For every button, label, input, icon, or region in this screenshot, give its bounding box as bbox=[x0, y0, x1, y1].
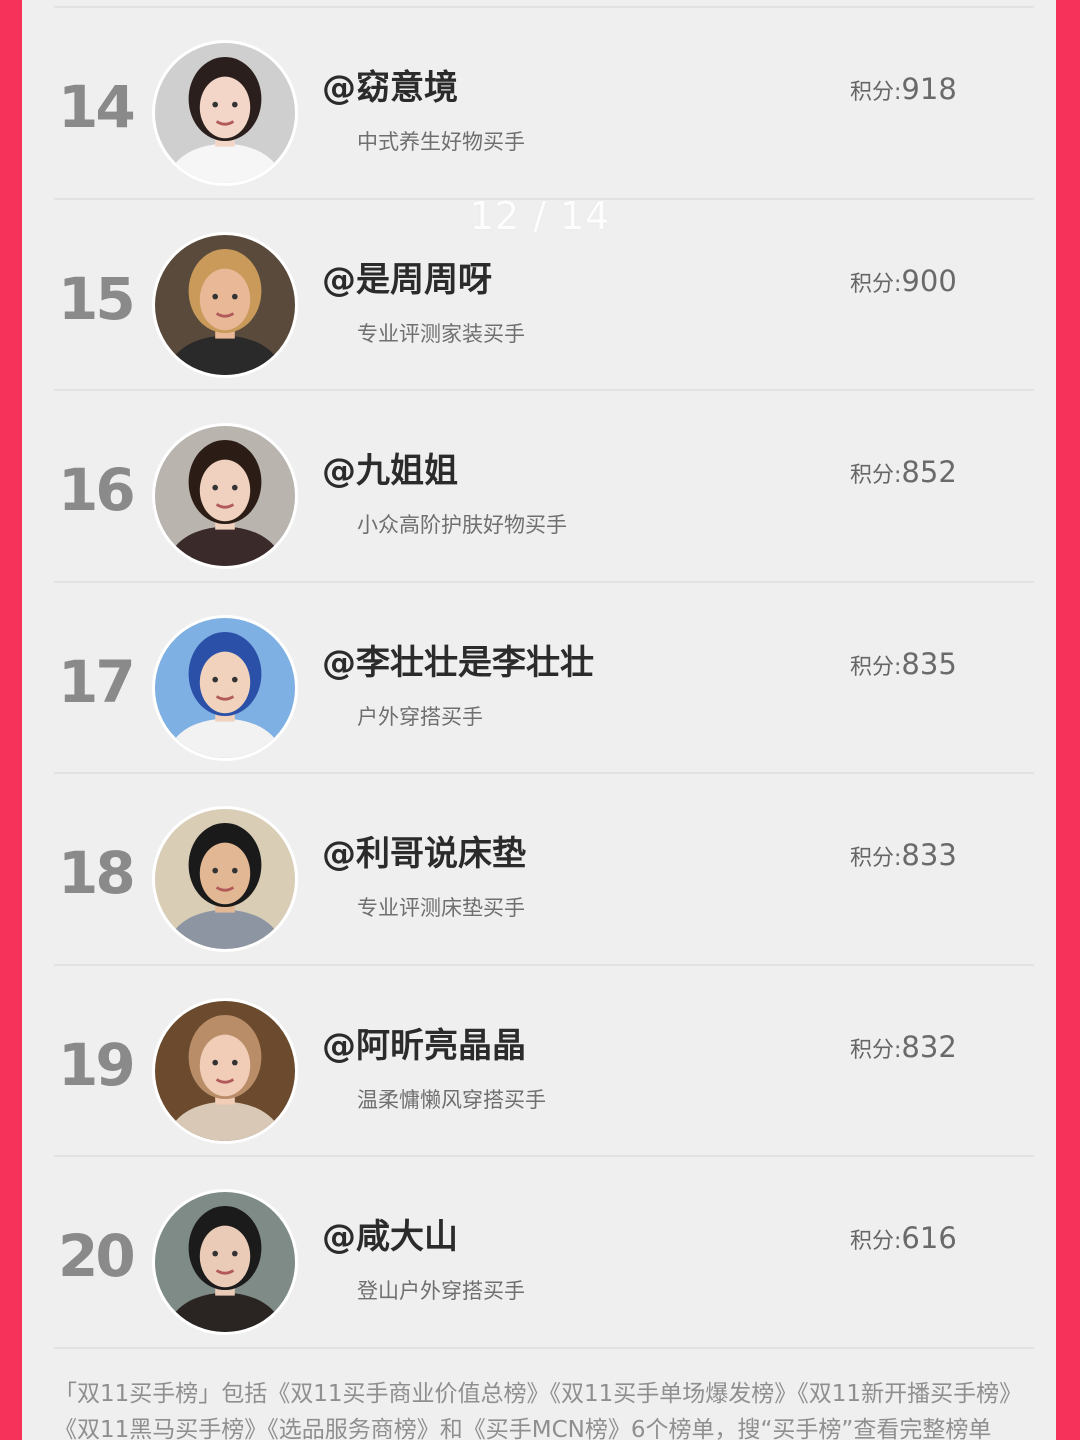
rank-number: 14 bbox=[58, 73, 136, 141]
avatar-portrait-icon bbox=[155, 234, 295, 375]
buyer-description: 专业评测床垫买手 bbox=[357, 896, 525, 920]
buyer-name[interactable]: @利哥说床垫 bbox=[322, 835, 526, 873]
avatar[interactable] bbox=[152, 231, 298, 378]
score-label: 积分: bbox=[850, 271, 902, 297]
score: 积分:835 bbox=[850, 647, 957, 681]
avatar-portrait-icon bbox=[155, 809, 295, 949]
rank-number: 15 bbox=[58, 264, 136, 333]
score-value: 833 bbox=[901, 838, 957, 872]
score-label: 积分: bbox=[850, 846, 902, 871]
buyer-description: 户外穿搭买手 bbox=[357, 704, 483, 729]
ranking-row[interactable]: 19 @阿昕亮晶晶 温柔慵懒风穿搭买手 积分:832 bbox=[22, 966, 1056, 1157]
score: 积分:833 bbox=[850, 838, 957, 872]
score-label: 积分: bbox=[850, 1037, 902, 1063]
score: 积分:918 bbox=[850, 72, 957, 106]
rank-number: 17 bbox=[58, 647, 136, 716]
avatar-portrait-icon bbox=[155, 1192, 295, 1332]
rank-number: 20 bbox=[58, 1222, 136, 1290]
ranking-row[interactable]: 20 @咸大山 登山户外穿搭买手 积分:616 bbox=[22, 1157, 1056, 1349]
avatar[interactable] bbox=[152, 40, 298, 186]
score-label: 积分: bbox=[850, 463, 902, 488]
page-indicator: 12 / 14 bbox=[469, 194, 611, 238]
buyer-description: 小众高阶护肤好物买手 bbox=[357, 513, 567, 537]
avatar[interactable] bbox=[152, 997, 298, 1144]
divider bbox=[54, 1346, 1034, 1349]
score-value: 832 bbox=[901, 1029, 957, 1064]
avatar[interactable] bbox=[152, 614, 298, 761]
avatar-portrait-icon bbox=[155, 1000, 295, 1141]
buyer-description: 登山户外穿搭买手 bbox=[357, 1279, 525, 1303]
score-value: 616 bbox=[901, 1221, 957, 1255]
rank-number: 16 bbox=[58, 456, 136, 524]
ranking-row[interactable]: 17 @李壮壮是李壮壮 户外穿搭买手 积分:835 bbox=[22, 583, 1056, 774]
score-label: 积分: bbox=[850, 1229, 902, 1254]
rank-number: 18 bbox=[58, 839, 136, 907]
buyer-name[interactable]: @是周周呀 bbox=[322, 261, 492, 299]
buyer-name[interactable]: @咸大山 bbox=[322, 1218, 458, 1256]
score-value: 852 bbox=[901, 455, 957, 489]
avatar-portrait-icon bbox=[155, 617, 295, 758]
buyer-description: 中式养生好物买手 bbox=[357, 130, 525, 154]
score-value: 835 bbox=[901, 646, 957, 681]
buyer-name[interactable]: @李壮壮是李壮壮 bbox=[322, 644, 594, 682]
score-value: 900 bbox=[901, 263, 957, 298]
score: 积分:832 bbox=[850, 1030, 957, 1064]
avatar[interactable] bbox=[152, 1189, 298, 1335]
footer-note: 「双11买手榜」包括《双11买手商业价值总榜》《双11买手单场爆发榜》《双11新… bbox=[54, 1381, 1023, 1440]
rank-number: 19 bbox=[58, 1030, 136, 1099]
buyer-description: 温柔慵懒风穿搭买手 bbox=[357, 1087, 546, 1112]
score: 积分:852 bbox=[850, 455, 957, 489]
avatar[interactable] bbox=[152, 806, 298, 952]
ranking-row[interactable]: 16 @九姐姐 小众高阶护肤好物买手 积分:852 bbox=[22, 391, 1056, 583]
buyer-description: 专业评测家装买手 bbox=[357, 321, 525, 346]
ranking-row[interactable]: 18 @利哥说床垫 专业评测床垫买手 积分:833 bbox=[22, 774, 1056, 966]
score-label: 积分: bbox=[850, 80, 902, 105]
score: 积分:900 bbox=[850, 264, 957, 298]
avatar-portrait-icon bbox=[155, 43, 295, 183]
avatar-portrait-icon bbox=[155, 426, 295, 566]
buyer-name[interactable]: @阿昕亮晶晶 bbox=[322, 1027, 526, 1065]
score-label: 积分: bbox=[850, 654, 902, 680]
avatar[interactable] bbox=[152, 423, 298, 569]
score: 积分:616 bbox=[850, 1221, 957, 1255]
buyer-name[interactable]: @九姐姐 bbox=[322, 452, 458, 490]
ranking-row[interactable]: 14 @窈意境 中式养生好物买手 积分:918 bbox=[22, 8, 1056, 200]
buyer-name[interactable]: @窈意境 bbox=[322, 69, 458, 107]
score-value: 918 bbox=[901, 72, 957, 106]
